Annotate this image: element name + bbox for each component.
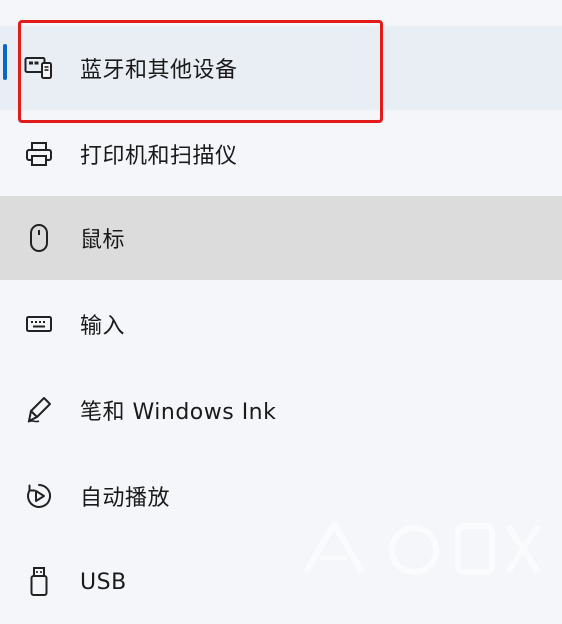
autoplay-icon (24, 481, 54, 511)
nav-item-label: 输入 (80, 314, 126, 339)
keyboard-icon (24, 309, 54, 339)
selection-indicator (3, 44, 7, 80)
nav-item-label: 笔和 Windows Ink (80, 400, 277, 425)
nav-item-label: 打印机和扫描仪 (80, 144, 238, 169)
usb-icon (24, 567, 54, 597)
nav-item-label: USB (80, 569, 127, 595)
printer-icon (24, 139, 54, 169)
pen-icon (24, 395, 54, 425)
watermark-logo (298, 510, 550, 584)
nav-item-printers-scanners[interactable]: 打印机和扫描仪 (0, 112, 562, 196)
nav-item-typing[interactable]: 输入 (0, 282, 562, 366)
mouse-icon (24, 223, 54, 253)
nav-item-label: 自动播放 (80, 486, 171, 511)
nav-item-pen-windows-ink[interactable]: 笔和 Windows Ink (0, 368, 562, 452)
nav-item-label: 鼠标 (80, 228, 126, 253)
annotation-highlight-box (18, 20, 383, 123)
nav-item-mouse[interactable]: 鼠标 (0, 196, 562, 280)
